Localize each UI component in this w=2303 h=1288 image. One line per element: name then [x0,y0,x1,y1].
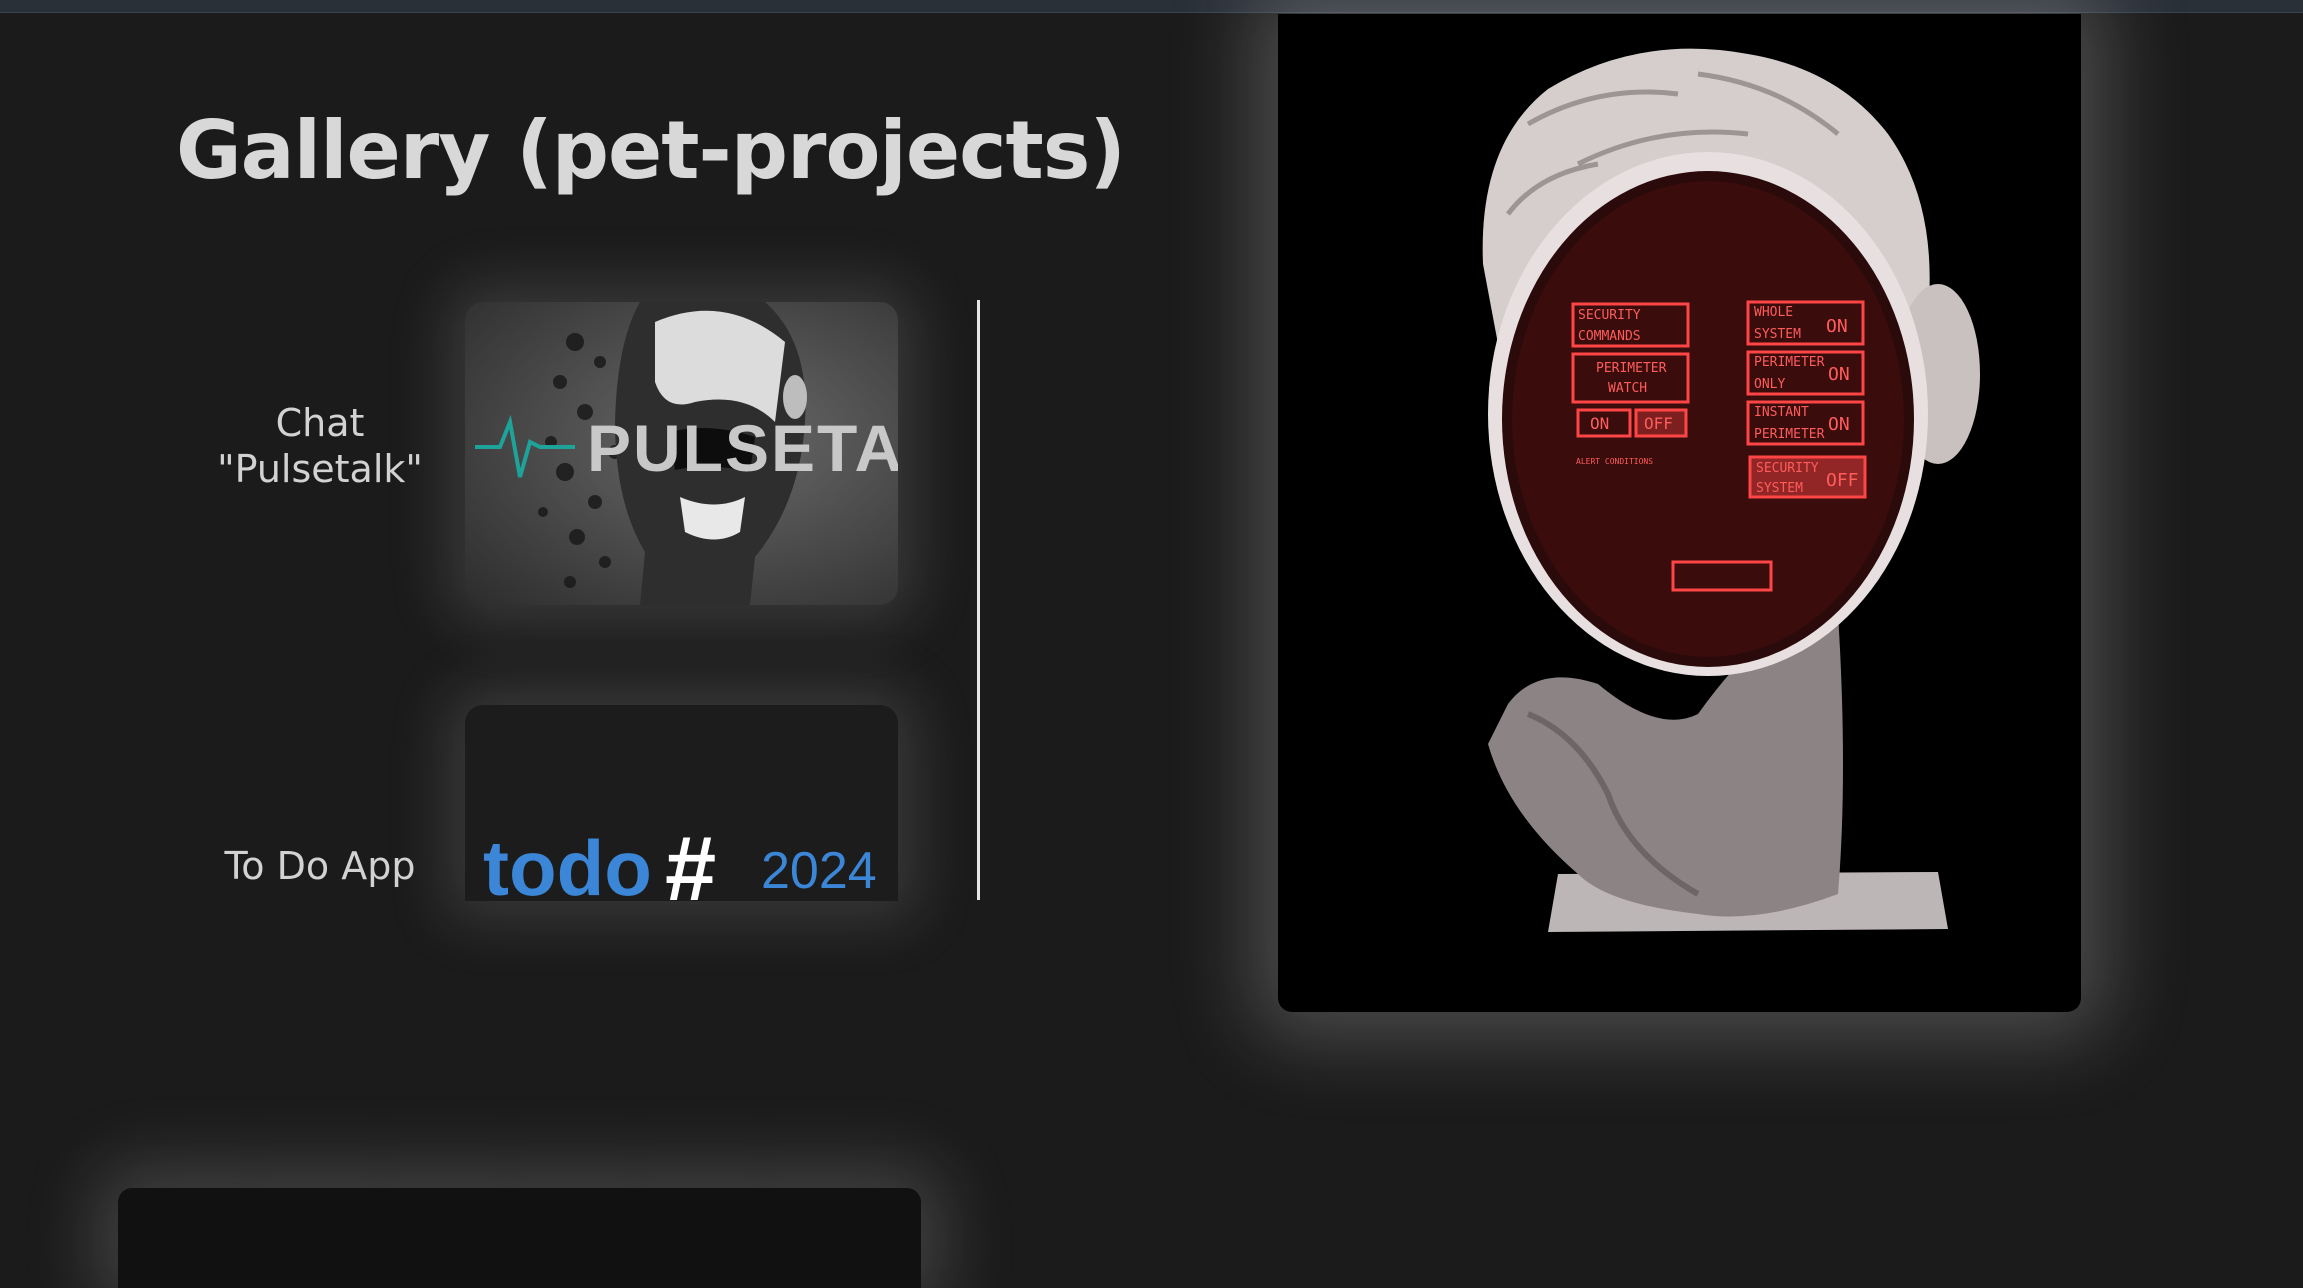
svg-text:SYSTEM: SYSTEM [1754,327,1801,342]
gallery-item-label-todo: To Do App [224,844,416,888]
svg-text:ON: ON [1828,364,1850,385]
svg-text:SECURITY: SECURITY [1756,461,1819,476]
todo-app-thumbnail[interactable]: todo # 2024 [465,705,898,901]
svg-text:WHOLE: WHOLE [1754,305,1793,320]
gallery-item-label-pulsetalk: Chat "Pulsetalk" [217,401,423,491]
statue-head-illustration: SECURITY COMMANDS PERIMETER WATCH ON OFF WH… [1482,48,1980,932]
svg-text:PERIMETER: PERIMETER [1754,355,1825,370]
svg-text:OFF: OFF [1826,470,1859,491]
svg-text:SECURITY: SECURITY [1578,308,1641,323]
svg-text:PERIMETER: PERIMETER [1754,427,1825,442]
svg-text:ON: ON [1590,414,1609,433]
svg-text:ALERT CONDITIONS: ALERT CONDITIONS [1576,457,1653,466]
pulsetalk-logo-text: PULSETALK [587,411,898,485]
pulsetalk-thumbnail[interactable]: PULSETALK [465,302,898,605]
svg-text:WATCH: WATCH [1608,381,1647,396]
hero-image: SECURITY COMMANDS PERIMETER WATCH ON OFF WH… [1278,14,2081,1012]
svg-text:ON: ON [1828,414,1850,435]
todo-year-text: 2024 [761,842,877,900]
svg-text:PERIMETER: PERIMETER [1596,361,1667,376]
svg-text:COMMANDS: COMMANDS [1578,329,1641,344]
gallery-card-next[interactable] [118,1188,921,1288]
svg-text:SYSTEM: SYSTEM [1756,481,1803,496]
todo-logo-text: todo [483,824,652,901]
todo-hash-symbol: # [665,818,717,901]
browser-top-bar [0,0,2303,13]
svg-text:INSTANT: INSTANT [1754,405,1809,420]
svg-text:OFF: OFF [1644,414,1673,433]
svg-text:ON: ON [1826,316,1848,337]
svg-text:ONLY: ONLY [1754,377,1785,392]
page-title: Gallery (pet-projects) [176,104,1126,197]
